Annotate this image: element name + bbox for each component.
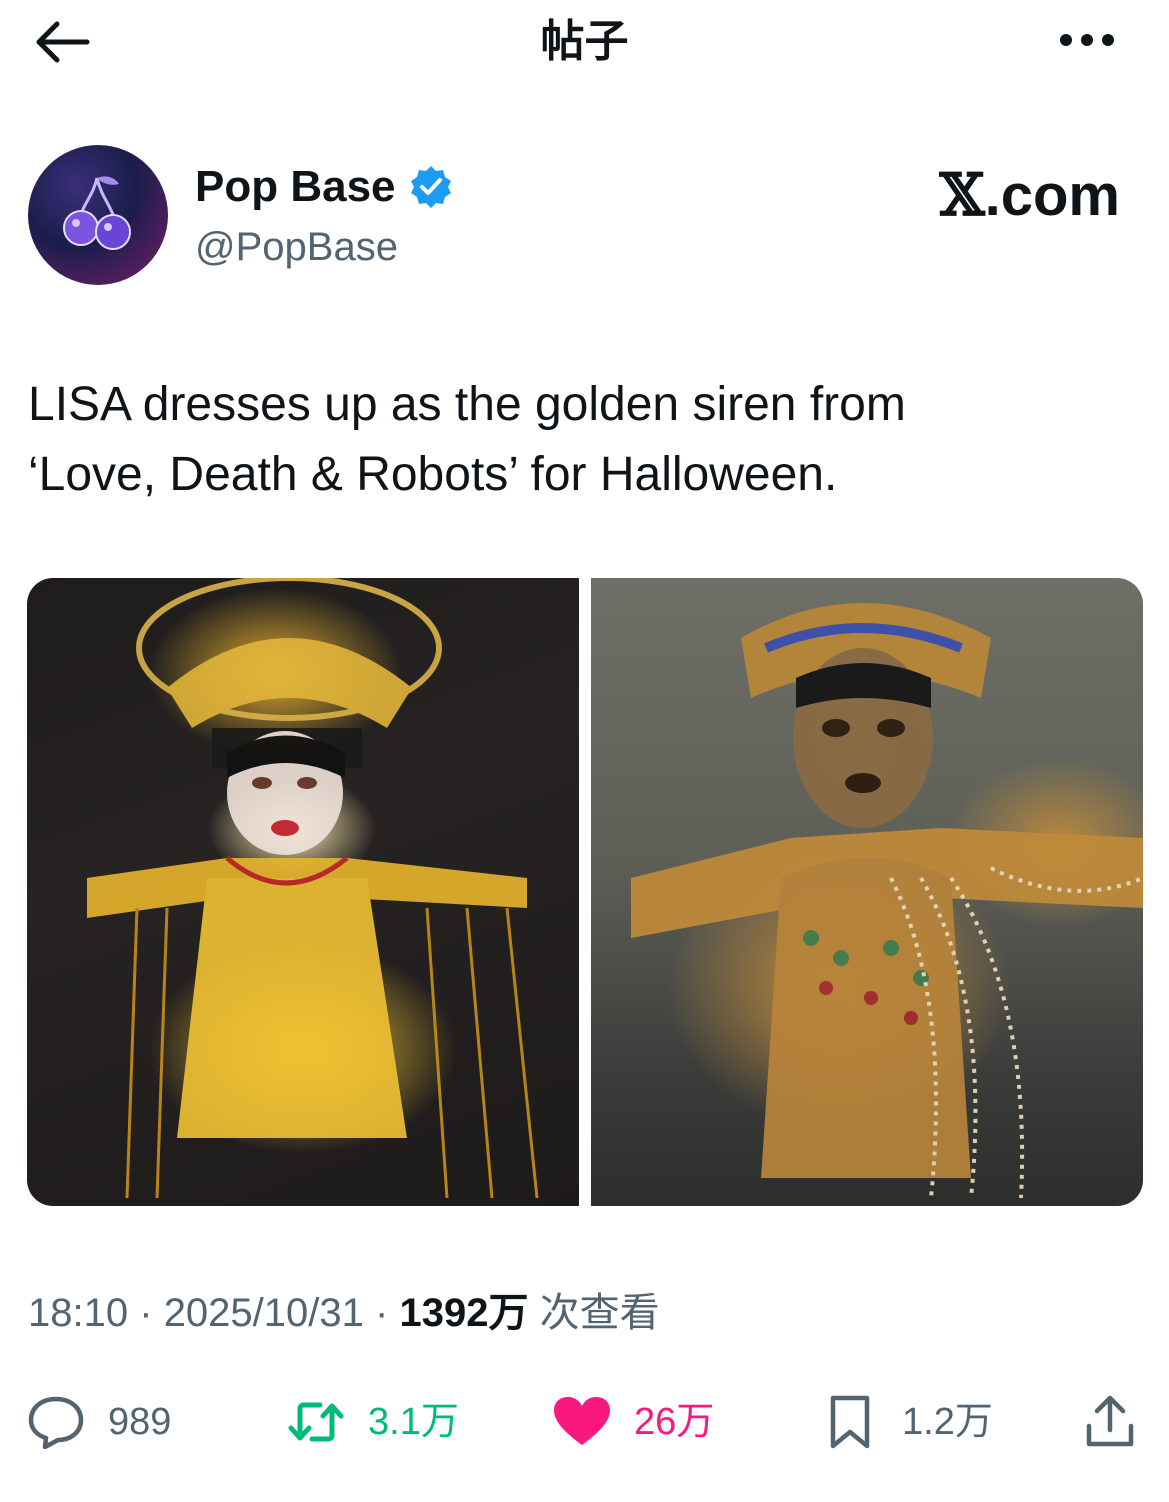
author-handle[interactable]: @PopBase: [195, 222, 398, 272]
post-image-1[interactable]: [27, 578, 579, 1206]
meta-separator: ·: [139, 1291, 153, 1335]
post-text-line: LISA dresses up as the golden siren from: [28, 378, 906, 431]
like-button[interactable]: 26万: [552, 1392, 714, 1452]
heart-icon: [552, 1392, 612, 1452]
avatar[interactable]: [28, 145, 168, 285]
post-text-line: ‘Love, Death & Robots’ for Halloween.: [28, 448, 838, 501]
more-button[interactable]: [1052, 20, 1122, 64]
reply-count: 989: [108, 1401, 172, 1443]
reply-button[interactable]: 989: [26, 1392, 171, 1452]
meta-separator: ·: [375, 1291, 389, 1335]
x-com-watermark: 𝕏.com: [940, 160, 1120, 231]
author-display-name: Pop Base: [195, 162, 396, 211]
author-name[interactable]: Pop Base: [195, 160, 454, 214]
verified-badge-icon: [408, 164, 454, 210]
photo-lisa-costume: [87, 578, 539, 1199]
like-count: 26万: [634, 1401, 715, 1443]
share-icon: [1080, 1392, 1140, 1452]
view-count-label: 次查看: [539, 1291, 660, 1335]
x-logo-text: 𝕏: [939, 161, 985, 229]
view-count[interactable]: 1392万: [399, 1291, 528, 1335]
repost-button[interactable]: 3.1万: [286, 1392, 459, 1452]
post-meta: 18:10 · 2025/10/31 · 1392万 次查看: [28, 1288, 660, 1338]
post-text: LISA dresses up as the golden siren from…: [28, 370, 1138, 510]
reply-icon: [26, 1392, 86, 1452]
post-date: 2025/10/31: [163, 1291, 364, 1335]
brand-suffix: .com: [984, 163, 1120, 228]
page-title: 帖子: [540, 17, 629, 66]
repost-icon: [286, 1392, 346, 1452]
bookmark-count: 1.2万: [902, 1401, 993, 1443]
post-image-2[interactable]: [591, 578, 1143, 1206]
cherry-icon: [53, 168, 143, 263]
share-button[interactable]: [1080, 1392, 1140, 1452]
repost-count: 3.1万: [368, 1401, 459, 1443]
photo-golden-siren: [631, 603, 1143, 1199]
post-time: 18:10: [28, 1291, 129, 1335]
bookmark-button[interactable]: 1.2万: [820, 1392, 993, 1452]
ellipsis-icon: [1058, 32, 1116, 53]
bookmark-icon: [820, 1392, 880, 1452]
